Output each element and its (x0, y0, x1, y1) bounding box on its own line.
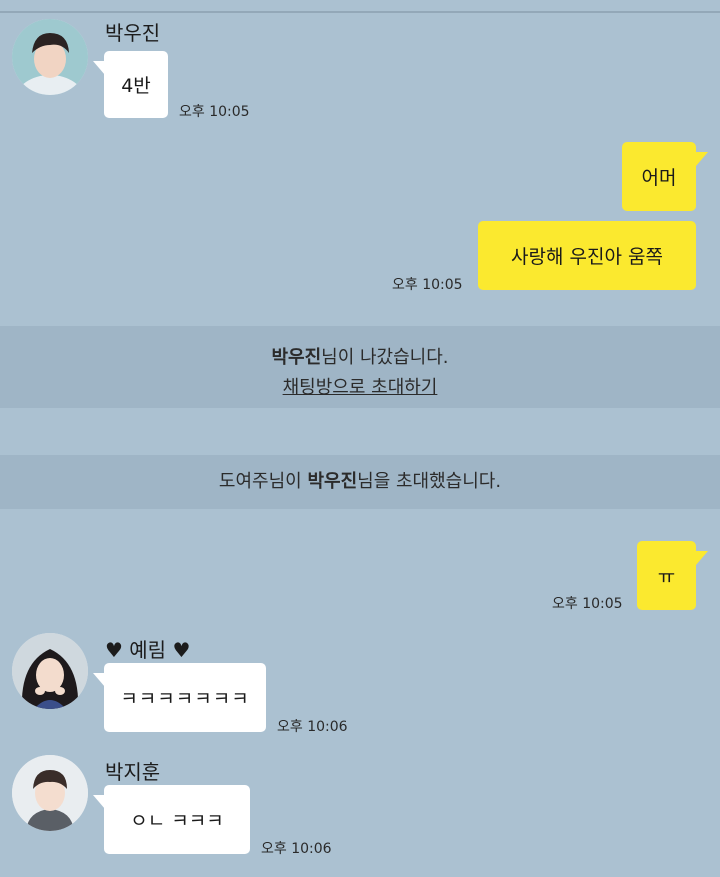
invite-to-chat-link[interactable]: 채팅방으로 초대하기 (283, 373, 438, 399)
notice-line: 박우진님이 나갔습니다. (0, 326, 720, 369)
my-message-bubble[interactable]: ㅠ (637, 541, 708, 610)
avatar-park-jihoon[interactable] (12, 755, 88, 831)
my-message-bubble[interactable]: 사랑해 우진아 움쪽 (478, 221, 696, 290)
message-bubble[interactable]: ㅋㅋㅋㅋㅋㅋㅋ (93, 663, 266, 732)
bubble-tail (696, 152, 708, 166)
system-notice-invited: 도여주님이 박우진님을 초대했습니다. (0, 455, 720, 509)
avatar-yerim[interactable] (12, 633, 88, 709)
message-time: 오후 10:05 (179, 104, 250, 120)
message-time: 오후 10:06 (261, 841, 332, 857)
avatar-park-woojin[interactable] (12, 19, 88, 95)
bubble-tail (696, 551, 708, 565)
notice-text: 님이 나갔습니다. (321, 347, 449, 368)
message-text: ㅇㄴ ㅋㅋㅋ (130, 810, 224, 832)
sender-name: ♥ 예림 ♥ (105, 634, 190, 663)
message-text: ㅠ (657, 566, 676, 588)
sender-name: 박우진 (105, 21, 161, 45)
message-text: 사랑해 우진아 움쪽 (511, 246, 663, 268)
message-text: ㅋㅋㅋㅋㅋㅋㅋ (120, 688, 250, 710)
bubble-tail (93, 795, 105, 809)
notice-text: 도여주님이 (218, 471, 308, 492)
bubble-tail (93, 673, 105, 687)
message-bubble[interactable]: 4반 (93, 51, 168, 118)
message-time: 오후 10:05 (392, 277, 463, 293)
notice-text: 님을 초대했습니다. (357, 471, 502, 492)
message-text: 어머 (641, 167, 677, 189)
system-notice-left: 박우진님이 나갔습니다. 채팅방으로 초대하기 (0, 326, 720, 408)
message-bubble[interactable]: ㅇㄴ ㅋㅋㅋ (93, 785, 250, 854)
message-text: 4반 (121, 75, 151, 97)
message-time: 오후 10:05 (552, 596, 623, 612)
sender-name: 박지훈 (105, 760, 161, 784)
bubble-tail (93, 61, 105, 75)
top-divider (0, 11, 720, 13)
notice-user-name: 박우진 (271, 347, 322, 368)
sender-name-text: ♥ 예림 ♥ (105, 638, 191, 662)
notice-user-name: 박우진 (307, 471, 358, 492)
message-time: 오후 10:06 (277, 719, 348, 735)
my-message-bubble[interactable]: 어머 (622, 142, 708, 211)
